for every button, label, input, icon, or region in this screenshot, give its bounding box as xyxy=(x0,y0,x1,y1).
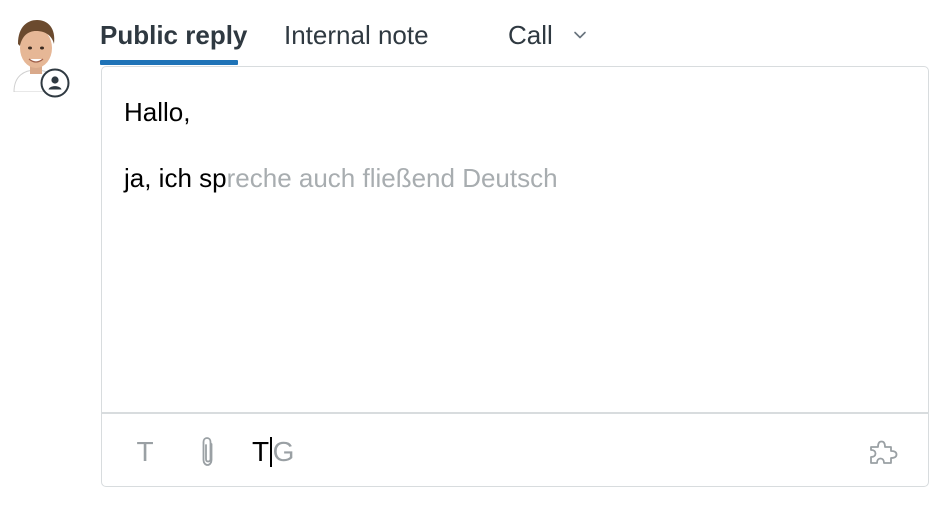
editor-line: ja, ich spreche auch fließend Deutsch xyxy=(124,163,558,194)
user-circle-icon xyxy=(40,68,70,98)
translate-t-icon: T xyxy=(252,436,270,467)
autocomplete-suggestion: reche auch fließend Deutsch xyxy=(226,163,558,193)
puzzle-piece-icon xyxy=(870,440,898,464)
apps-button[interactable] xyxy=(867,434,903,470)
active-tab-indicator xyxy=(100,60,238,65)
text-cursor xyxy=(270,437,272,467)
translate-g-icon: G xyxy=(272,436,295,467)
reply-editor: Hallo, ja, ich spreche auch fließend Deu… xyxy=(101,66,929,487)
paperclip-icon xyxy=(202,437,213,466)
text-format-icon: T xyxy=(136,436,154,467)
composer-toolbar: T TG xyxy=(102,414,928,486)
text-format-button[interactable]: T xyxy=(132,434,158,470)
attach-button[interactable] xyxy=(196,434,220,470)
chevron-down-icon[interactable] xyxy=(573,28,587,40)
tab-internal-note[interactable]: Internal note xyxy=(284,20,429,51)
composer-text-area[interactable]: Hallo, ja, ich spreche auch fließend Deu… xyxy=(102,67,928,412)
editor-line: Hallo, xyxy=(124,97,191,127)
tab-call[interactable]: Call xyxy=(508,20,553,51)
translate-button[interactable]: TG xyxy=(252,434,298,470)
tab-public-reply[interactable]: Public reply xyxy=(100,20,247,51)
typed-text: ja, ich sp xyxy=(124,163,227,193)
